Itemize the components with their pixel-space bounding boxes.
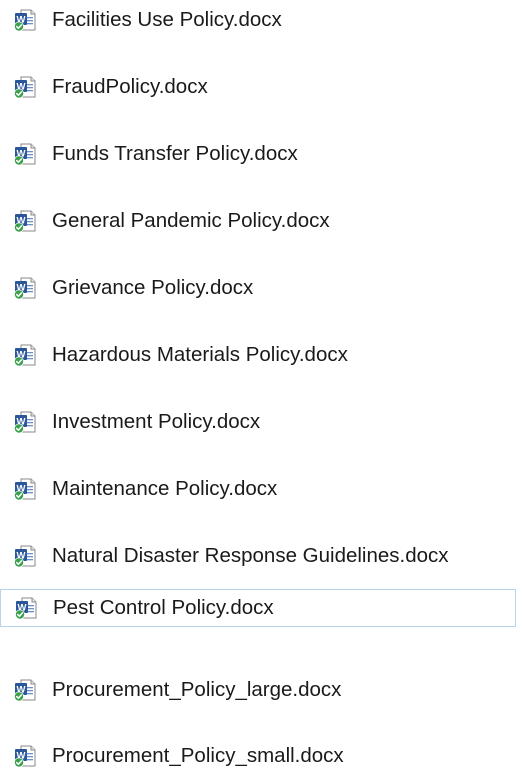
file-name: Funds Transfer Policy.docx (52, 142, 298, 165)
word-document-synced-icon: W (14, 143, 36, 166)
file-row[interactable]: W General Pandemic Policy.docx (0, 203, 516, 239)
word-document-synced-icon: W (14, 545, 36, 568)
file-row[interactable]: W Procurement_Policy_small.docx (0, 738, 516, 774)
word-document-synced-icon: W (14, 745, 36, 768)
word-document-synced-icon: W (14, 76, 36, 99)
file-name: Procurement_Policy_small.docx (52, 744, 344, 767)
word-document-synced-icon: W (14, 9, 36, 32)
file-name: FraudPolicy.docx (52, 75, 208, 98)
file-name: Investment Policy.docx (52, 410, 261, 433)
word-document-synced-icon: W (14, 679, 36, 702)
file-name: General Pandemic Policy.docx (52, 209, 330, 232)
file-row[interactable]: W Hazardous Materials Policy.docx (0, 337, 516, 373)
file-list: W Facilities Use Policy.docx W FraudPoli… (0, 0, 522, 773)
file-row[interactable]: W Grievance Policy.docx (0, 270, 516, 306)
file-name: Maintenance Policy.docx (52, 477, 278, 500)
file-row[interactable]: W Natural Disaster Response Guidelines.d… (0, 538, 516, 574)
file-row[interactable]: W Facilities Use Policy.docx (0, 2, 516, 38)
file-row[interactable]: W FraudPolicy.docx (0, 69, 516, 105)
file-name: Grievance Policy.docx (52, 276, 254, 299)
file-name: Pest Control Policy.docx (53, 596, 274, 619)
file-row[interactable]: W Maintenance Policy.docx (0, 471, 516, 507)
word-document-synced-icon: W (14, 210, 36, 233)
file-row[interactable]: W Procurement_Policy_large.docx (0, 672, 516, 708)
file-name: Natural Disaster Response Guidelines.doc… (52, 544, 449, 567)
file-row-focused[interactable]: W Pest Control Policy.docx (0, 589, 516, 627)
word-document-synced-icon: W (14, 277, 36, 300)
file-name: Hazardous Materials Policy.docx (52, 343, 348, 366)
file-name: Procurement_Policy_large.docx (52, 678, 342, 701)
word-document-synced-icon: W (14, 411, 36, 434)
word-document-synced-icon: W (15, 597, 37, 620)
word-document-synced-icon: W (14, 344, 36, 367)
file-row[interactable]: W Funds Transfer Policy.docx (0, 136, 516, 172)
word-document-synced-icon: W (14, 478, 36, 501)
file-row[interactable]: W Investment Policy.docx (0, 404, 516, 440)
file-name: Facilities Use Policy.docx (52, 8, 282, 31)
